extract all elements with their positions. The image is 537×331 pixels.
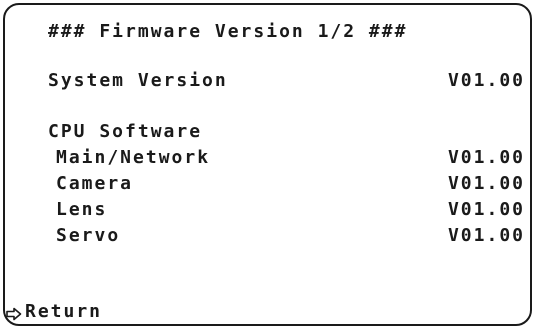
lens-value: V01.00 [447,199,525,220]
servo-label: Servo [56,225,121,246]
main-network-label: Main/Network [56,147,211,168]
return-label: Return [25,301,103,322]
lens-label: Lens [56,199,108,220]
system-version-value: V01.00 [447,70,525,91]
system-version-label: System Version [48,70,228,91]
right-arrow-outline-icon [6,305,22,321]
menu-title: ### Firmware Version 1/2 ### [48,21,408,42]
main-network-value: V01.00 [447,147,525,168]
servo-value: V01.00 [447,225,525,246]
return-menu-item[interactable]: Return [6,301,102,323]
cpu-software-label: CPU Software [48,121,203,142]
camera-label: Camera [56,173,134,194]
camera-value: V01.00 [447,173,525,194]
